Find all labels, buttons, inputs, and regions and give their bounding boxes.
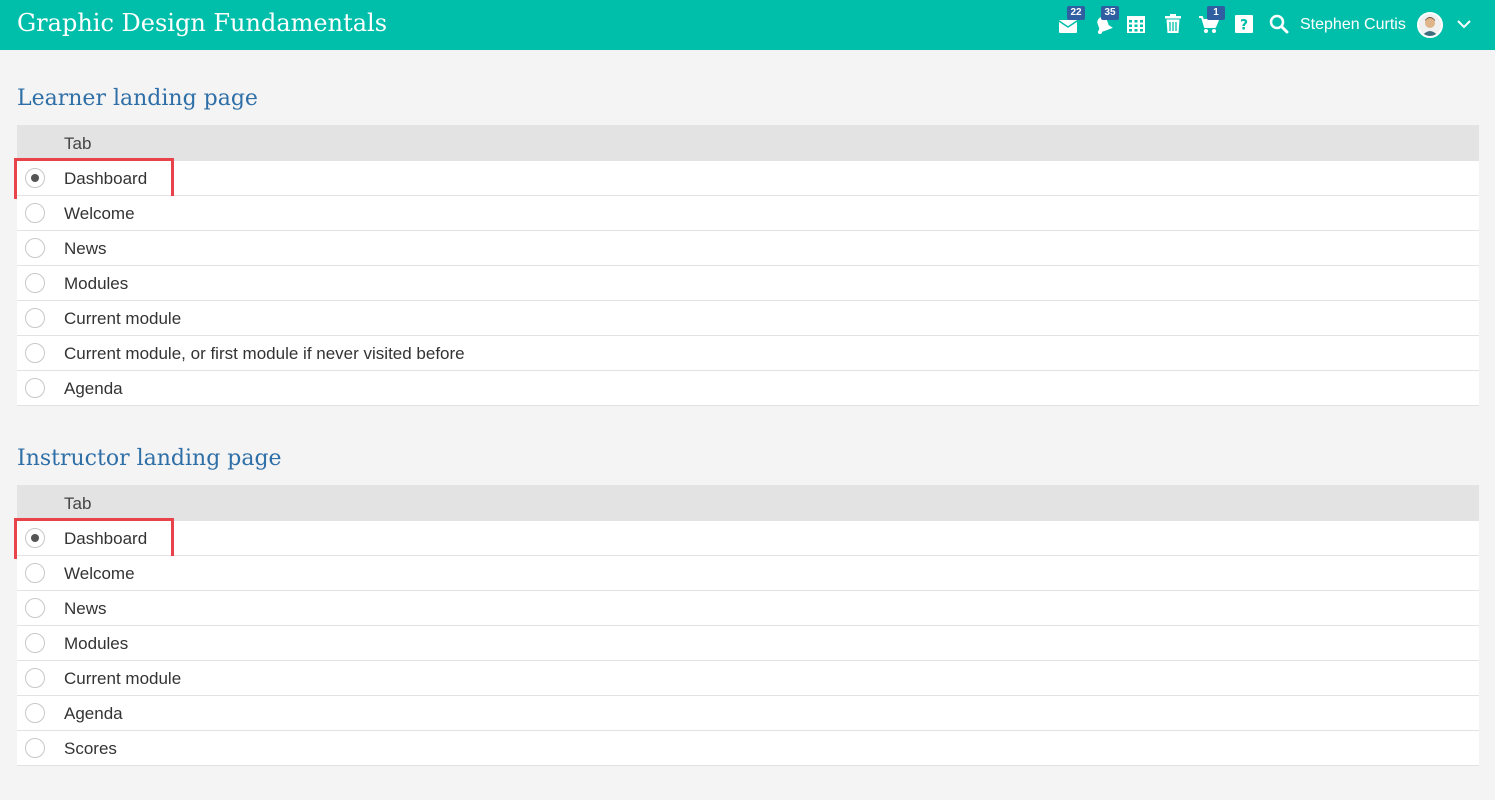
cart-icon[interactable]: 1 — [1198, 6, 1225, 35]
option-label: Scores — [64, 739, 117, 758]
avatar[interactable] — [1417, 12, 1443, 38]
radio-button[interactable] — [25, 168, 45, 188]
option-label: News — [64, 239, 107, 258]
messages-icon[interactable]: 22 — [1058, 6, 1085, 35]
top-bar: Graphic Design Fundamentals 22 35 1 ? St… — [0, 0, 1495, 50]
radio-button[interactable] — [25, 343, 45, 363]
radio-button[interactable] — [25, 378, 45, 398]
instructor-option-news[interactable]: News — [17, 591, 1479, 626]
radio-button[interactable] — [25, 528, 45, 548]
radio-button[interactable] — [25, 633, 45, 653]
radio-button[interactable] — [25, 238, 45, 258]
column-header-tab: Tab — [64, 134, 92, 153]
option-label: Modules — [64, 274, 129, 293]
option-label: Dashboard — [64, 169, 148, 188]
notifications-badge: 35 — [1101, 6, 1119, 20]
option-label: Current module, or first module if never… — [64, 344, 465, 363]
learner-section-title: Learner landing page — [17, 86, 258, 111]
learner-tab-table: Tab Dashboard Welcome News Modules Curre… — [14, 125, 1479, 406]
option-label: Welcome — [64, 564, 135, 583]
option-label: Agenda — [64, 379, 123, 398]
messages-badge: 22 — [1067, 6, 1085, 20]
radio-button[interactable] — [25, 668, 45, 688]
instructor-option-scores[interactable]: Scores — [17, 731, 1479, 766]
instructor-option-modules[interactable]: Modules — [17, 626, 1479, 661]
learner-option-current-module[interactable]: Current module — [17, 301, 1479, 336]
help-icon[interactable]: ? — [1233, 13, 1255, 35]
table-header: Tab — [17, 485, 1479, 521]
option-label: Current module — [64, 669, 182, 688]
option-label: Current module — [64, 309, 182, 328]
learner-option-modules[interactable]: Modules — [17, 266, 1479, 301]
learner-option-welcome[interactable]: Welcome — [17, 196, 1479, 231]
chevron-down-icon[interactable] — [1456, 16, 1472, 32]
table-header: Tab — [17, 125, 1479, 161]
radio-button[interactable] — [25, 703, 45, 723]
svg-text:?: ? — [1240, 18, 1248, 34]
cart-badge: 1 — [1207, 6, 1225, 20]
instructor-option-current-module[interactable]: Current module — [17, 661, 1479, 696]
learner-option-agenda[interactable]: Agenda — [17, 371, 1479, 406]
learner-option-dashboard[interactable]: Dashboard — [14, 158, 1479, 199]
instructor-tab-table: Tab Dashboard Welcome News Modules Curre… — [14, 485, 1479, 766]
notifications-icon[interactable]: 35 — [1092, 6, 1119, 35]
option-label: Dashboard — [64, 529, 148, 548]
instructor-option-agenda[interactable]: Agenda — [17, 696, 1479, 731]
radio-button[interactable] — [25, 308, 45, 328]
user-name[interactable]: Stephen Curtis — [1300, 16, 1406, 34]
option-label: Welcome — [64, 204, 135, 223]
radio-button[interactable] — [25, 738, 45, 758]
radio-button[interactable] — [25, 203, 45, 223]
calendar-icon[interactable] — [1125, 13, 1147, 35]
instructor-section-title: Instructor landing page — [17, 446, 282, 471]
learner-option-news[interactable]: News — [17, 231, 1479, 266]
radio-button[interactable] — [25, 598, 45, 618]
radio-button[interactable] — [25, 273, 45, 293]
search-icon[interactable] — [1268, 13, 1290, 35]
trash-icon[interactable] — [1162, 13, 1184, 35]
instructor-option-dashboard[interactable]: Dashboard — [14, 518, 1479, 559]
instructor-option-welcome[interactable]: Welcome — [17, 556, 1479, 591]
radio-button[interactable] — [25, 563, 45, 583]
learner-option-current-or-first-module[interactable]: Current module, or first module if never… — [17, 336, 1479, 371]
option-label: Modules — [64, 634, 129, 653]
column-header-tab: Tab — [64, 494, 92, 513]
option-label: Agenda — [64, 704, 123, 723]
option-label: News — [64, 599, 107, 618]
